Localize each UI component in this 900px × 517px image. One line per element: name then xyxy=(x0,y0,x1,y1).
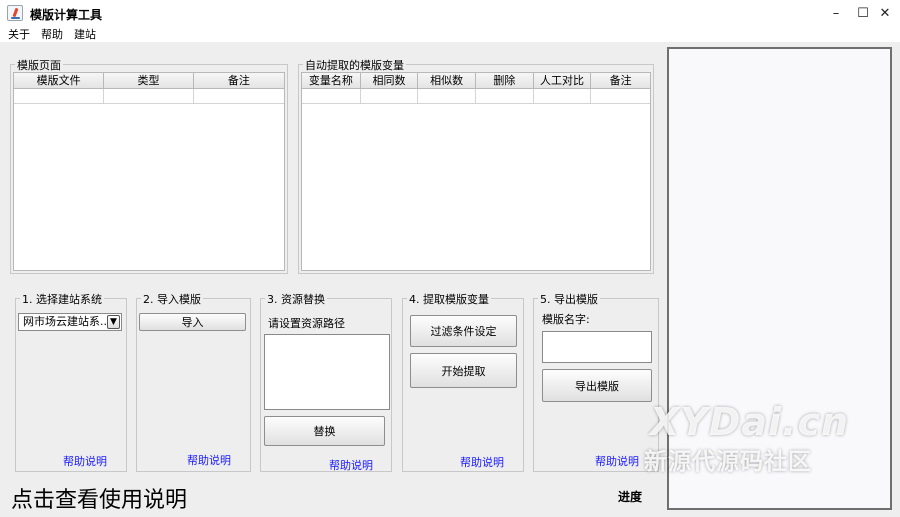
step4-group: 4. 提取模版变量 过滤条件设定 开始提取 帮助说明 xyxy=(402,291,524,472)
template-page-title: 模版页面 xyxy=(15,57,63,73)
log-output-panel[interactable] xyxy=(667,47,892,510)
menu-build-site[interactable]: 建站 xyxy=(74,26,96,42)
chevron-down-icon[interactable]: ▼ xyxy=(107,315,120,329)
step2-group: 2. 导入模版 导入 帮助说明 xyxy=(136,291,251,472)
column-header-type[interactable]: 类型 xyxy=(104,73,194,88)
column-header-delete[interactable]: 删除 xyxy=(476,73,534,88)
column-header-variable-name[interactable]: 变量名称 xyxy=(302,73,361,88)
template-name-label: 模版名字: xyxy=(542,313,590,326)
menu-help[interactable]: 帮助 xyxy=(41,26,63,42)
step3-help-link[interactable]: 帮助说明 xyxy=(329,457,373,473)
template-variables-table[interactable]: 变量名称 相同数 相似数 删除 人工对比 备注 xyxy=(301,72,651,271)
step5-title: 5. 导出模版 xyxy=(538,291,600,307)
title-bar: 模版计算工具 – ☐ ✕ xyxy=(0,0,900,26)
window-title: 模版计算工具 xyxy=(30,8,103,22)
step1-group: 1. 选择建站系统 网市场云建站系... ▼ 帮助说明 xyxy=(15,291,127,472)
filter-conditions-button[interactable]: 过滤条件设定 xyxy=(410,315,517,347)
template-page-group: 模版页面 模版文件 类型 备注 xyxy=(10,57,288,274)
template-table-header: 模版文件 类型 备注 xyxy=(14,73,284,89)
maximize-button[interactable]: ☐ xyxy=(853,3,873,23)
step5-help-link[interactable]: 帮助说明 xyxy=(595,453,639,469)
replace-button[interactable]: 替换 xyxy=(264,416,385,446)
variables-table-header: 变量名称 相同数 相似数 删除 人工对比 备注 xyxy=(302,73,650,89)
step2-help-link[interactable]: 帮助说明 xyxy=(187,452,231,468)
step1-help-link[interactable]: 帮助说明 xyxy=(63,453,107,469)
client-area: 模版页面 模版文件 类型 备注 自动提取的模版变量 变量名称 相同数 相似数 删… xyxy=(0,42,900,517)
export-template-button[interactable]: 导出模版 xyxy=(542,369,652,402)
column-header-similar-count[interactable]: 相似数 xyxy=(418,73,476,88)
resource-path-input[interactable] xyxy=(264,334,390,410)
step1-title: 1. 选择建站系统 xyxy=(20,291,104,307)
column-header-note[interactable]: 备注 xyxy=(194,73,284,88)
build-system-select[interactable]: 网市场云建站系... ▼ xyxy=(18,313,122,331)
build-system-selected: 网市场云建站系... xyxy=(23,315,111,328)
java-app-icon xyxy=(7,5,23,21)
menu-bar: 关于 帮助 建站 xyxy=(0,26,900,42)
step4-help-link[interactable]: 帮助说明 xyxy=(460,454,504,470)
column-header-same-count[interactable]: 相同数 xyxy=(361,73,419,88)
template-variables-group: 自动提取的模版变量 变量名称 相同数 相似数 删除 人工对比 备注 xyxy=(298,57,654,274)
step3-title: 3. 资源替换 xyxy=(265,291,327,307)
step5-group: 5. 导出模版 模版名字: 导出模版 帮助说明 xyxy=(533,291,659,472)
minimize-button[interactable]: – xyxy=(826,3,846,23)
step3-group: 3. 资源替换 请设置资源路径 替换 帮助说明 xyxy=(260,291,392,473)
resource-path-prompt: 请设置资源路径 xyxy=(268,317,345,330)
column-header-manual-compare[interactable]: 人工对比 xyxy=(534,73,592,88)
import-button[interactable]: 导入 xyxy=(139,313,246,331)
table-row[interactable] xyxy=(302,89,650,104)
start-extract-button[interactable]: 开始提取 xyxy=(410,353,517,388)
template-name-input[interactable] xyxy=(542,331,652,363)
template-file-table[interactable]: 模版文件 类型 备注 xyxy=(13,72,285,271)
step4-title: 4. 提取模版变量 xyxy=(407,291,491,307)
usage-guide-link[interactable]: 点击查看使用说明 xyxy=(11,482,187,514)
progress-label: 进度 xyxy=(618,490,643,504)
step2-title: 2. 导入模版 xyxy=(141,291,203,307)
close-button[interactable]: ✕ xyxy=(875,3,895,23)
table-row[interactable] xyxy=(14,89,284,104)
template-variables-title: 自动提取的模版变量 xyxy=(303,57,406,73)
column-header-note[interactable]: 备注 xyxy=(591,73,650,88)
menu-about[interactable]: 关于 xyxy=(8,26,30,42)
column-header-template-file[interactable]: 模版文件 xyxy=(14,73,105,88)
